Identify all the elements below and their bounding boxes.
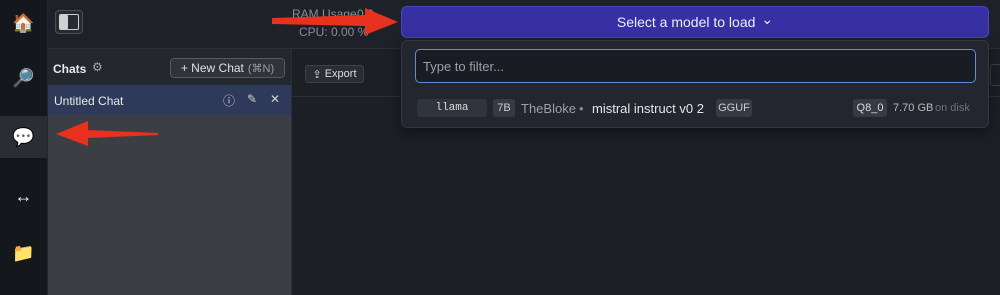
- home-icon[interactable]: 🏠: [0, 2, 47, 44]
- model-select-button[interactable]: Select a model to load ⌄: [401, 6, 989, 38]
- export-icon: ⇪: [312, 68, 322, 81]
- model-list-item[interactable]: llama 7B TheBloke • mistral instruct v0 …: [415, 97, 976, 121]
- model-filter-input[interactable]: [415, 49, 976, 83]
- chats-header: Chats ⚙ + New Chat (⌘N): [48, 49, 291, 85]
- chats-title: Chats: [53, 62, 87, 76]
- arrow-shape: [272, 8, 398, 35]
- close-icon[interactable]: ✕: [270, 92, 280, 106]
- nav-rail: 🏠 🔎 💬 ↔ 📁: [0, 0, 48, 295]
- separator: •: [579, 101, 584, 116]
- partial-control: [990, 64, 1000, 86]
- model-name: mistral instruct v0 2: [592, 101, 704, 116]
- format-badge: GGUF: [716, 99, 752, 117]
- chat-name: Untitled Chat: [54, 94, 124, 108]
- model-author: TheBloke: [521, 101, 576, 116]
- model-size: 7.70 GB: [893, 102, 934, 114]
- model-dropdown: llama 7B TheBloke • mistral instruct v0 …: [401, 40, 989, 128]
- server-icon[interactable]: ↔: [0, 175, 47, 217]
- chats-panel: Chats ⚙ + New Chat (⌘N) Untitled Chat ⓘ …: [48, 49, 292, 295]
- quant-badge: Q8_0: [853, 99, 887, 117]
- export-button[interactable]: ⇪ Export: [305, 65, 364, 83]
- arch-badge: llama: [417, 99, 487, 117]
- chat-icon[interactable]: 💬: [0, 116, 47, 158]
- chat-list-item[interactable]: Untitled Chat ⓘ ✎ ✕: [48, 85, 291, 115]
- arrow-shape: [56, 121, 158, 146]
- new-chat-shortcut: (⌘N): [247, 62, 275, 75]
- folder-icon[interactable]: 📁: [0, 232, 47, 274]
- sidebar-toggle-button[interactable]: [55, 10, 83, 34]
- edit-icon[interactable]: ✎: [247, 92, 257, 106]
- annotation-arrow-chat: [56, 121, 158, 146]
- model-select-label: Select a model to load: [616, 14, 756, 30]
- model-location: on disk: [935, 102, 970, 114]
- gear-icon[interactable]: ⚙: [92, 60, 103, 74]
- params-badge: 7B: [493, 99, 515, 117]
- info-icon[interactable]: ⓘ: [223, 92, 235, 109]
- annotation-arrow-top: [272, 8, 398, 35]
- chevron-down-icon: ⌄: [761, 10, 774, 27]
- search-icon[interactable]: 🔎: [0, 57, 47, 99]
- new-chat-button[interactable]: + New Chat (⌘N): [170, 58, 285, 78]
